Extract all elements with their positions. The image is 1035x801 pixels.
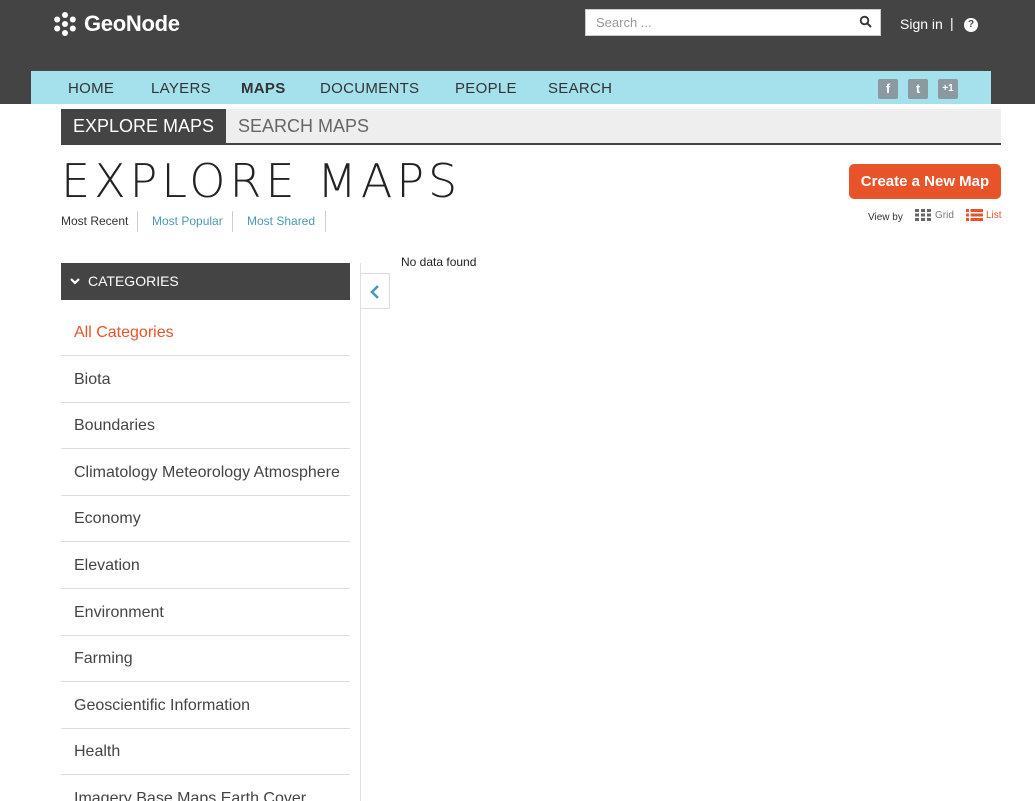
category-climatology[interactable]: Climatology Meteorology Atmosphere [61, 450, 350, 496]
category-elevation[interactable]: Elevation [61, 543, 350, 589]
nav-people[interactable]: PEOPLE [455, 80, 517, 97]
nav-maps[interactable]: MAPS [241, 80, 286, 97]
category-environment[interactable]: Environment [61, 590, 350, 636]
create-new-map-button[interactable]: Create a New Map [849, 164, 1001, 199]
search-icon[interactable] [859, 15, 873, 29]
category-boundaries[interactable]: Boundaries [61, 403, 350, 449]
category-geoscientific[interactable]: Geoscientific Information [61, 683, 350, 729]
category-economy[interactable]: Economy [61, 496, 350, 542]
category-biota[interactable]: Biota [61, 357, 350, 403]
main-nav: HOME LAYERS MAPS DOCUMENTS PEOPLE SEARCH… [31, 71, 991, 104]
nav-search[interactable]: SEARCH [548, 80, 612, 97]
list-icon [966, 209, 983, 221]
category-health[interactable]: Health [61, 729, 350, 775]
category-imagery[interactable]: Imagery Base Maps Earth Cover [61, 776, 350, 801]
category-farming[interactable]: Farming [61, 636, 350, 682]
google-plus-icon[interactable]: +1 [938, 79, 958, 99]
chevron-down-icon [70, 278, 80, 285]
sort-most-popular[interactable]: Most Popular [152, 211, 233, 232]
category-all[interactable]: All Categories [61, 310, 350, 356]
list-label: List [986, 209, 1002, 221]
nav-documents[interactable]: DOCUMENTS [320, 80, 419, 97]
view-grid-toggle[interactable]: Grid [915, 209, 954, 221]
sidebar-divider [360, 263, 361, 801]
geonode-logo-icon [54, 12, 76, 36]
search-box [585, 9, 881, 36]
tab-search-maps[interactable]: SEARCH MAPS [226, 109, 381, 143]
categories-header[interactable]: CATEGORIES [61, 263, 350, 300]
view-by-label: View by [868, 212, 903, 223]
header-separator: | [950, 15, 954, 31]
sign-in-link[interactable]: Sign in [900, 16, 943, 32]
page-tabs: EXPLORE MAPS SEARCH MAPS [61, 109, 1001, 145]
logo[interactable]: GeoNode [52, 9, 180, 39]
chevron-left-icon [370, 285, 379, 299]
help-icon[interactable]: ? [964, 18, 978, 32]
categories-header-label: CATEGORIES [88, 273, 179, 289]
nav-layers[interactable]: LAYERS [151, 80, 211, 97]
tab-explore-maps[interactable]: EXPLORE MAPS [61, 109, 227, 143]
no-data-message: No data found [401, 255, 477, 269]
sort-most-recent[interactable]: Most Recent [61, 211, 139, 232]
collapse-sidebar-button[interactable] [361, 273, 390, 309]
page-title: EXPLORE MAPS [61, 154, 462, 208]
grid-icon [915, 209, 931, 221]
sort-most-shared[interactable]: Most Shared [247, 211, 327, 232]
twitter-icon[interactable]: t [908, 79, 928, 99]
facebook-icon[interactable]: f [878, 79, 898, 99]
search-input[interactable] [586, 10, 851, 35]
logo-text: GeoNode [84, 11, 180, 36]
nav-home[interactable]: HOME [68, 80, 114, 97]
grid-label: Grid [935, 209, 954, 221]
view-list-toggle[interactable]: List [966, 209, 1002, 221]
